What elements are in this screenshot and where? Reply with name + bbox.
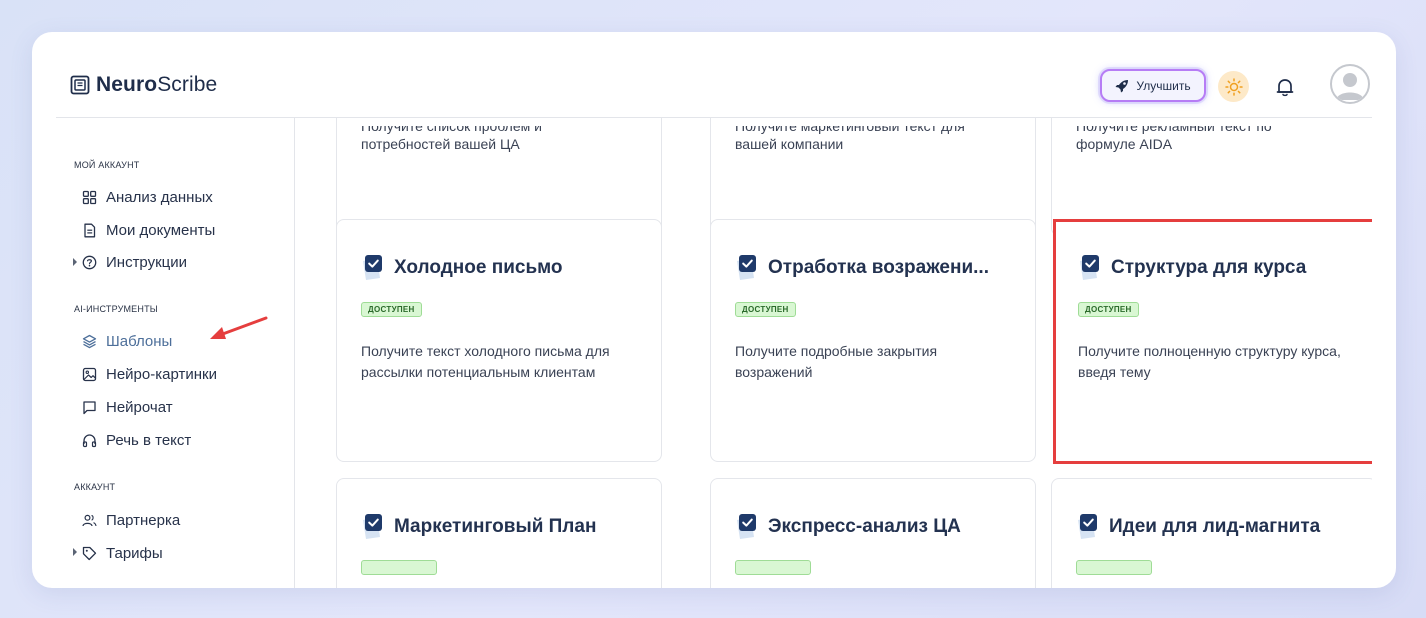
status-badge [361,560,437,575]
chat-icon [83,400,96,414]
image-icon [82,367,97,381]
card-title-row: Экспресс-анализ ЦА [735,513,961,540]
status-badge: ДОСТУПЕН [1078,302,1139,317]
card-title-row: Холодное письмо [361,254,563,281]
template-card-lead-magnet-ideas[interactable]: Идеи для лид-магнита [1051,478,1372,588]
sidebar-item-label: Тарифы [106,544,163,562]
sidebar-item-my-documents[interactable]: Мои документы [82,219,215,241]
sidebar-item-label: Мои документы [106,221,216,239]
card-description: Получите рекламный текст по формуле AIDA [1076,126,1356,155]
theme-toggle-button[interactable] [1218,71,1249,102]
rocket-icon [1115,79,1129,92]
sidebar-item-neurochat[interactable]: Нейрочат [82,396,173,418]
section-title-ai-tools: AI-ИНСТРУМЕНТЫ [74,304,158,314]
logo-text: NeuroScribe [96,73,218,96]
upgrade-label: Улучшить [1136,78,1191,93]
sun-icon [1224,77,1243,96]
card-description: Получите текст холодного письма для расс… [361,343,610,380]
card-title: Холодное письмо [394,256,563,278]
avatar[interactable] [1330,64,1370,104]
document-icon [84,223,96,237]
sidebar-item-label: Нейрочат [106,398,173,416]
tag-icon [82,546,97,560]
card-title: Идеи для лид-магнита [1109,515,1321,537]
card-description: Получите полноценную структуру курса, вв… [1078,343,1341,380]
template-card-objection-handling[interactable]: Отработка возражени... ДОСТУПЕН Получите… [710,219,1036,462]
checkbox-doc-icon [737,255,756,280]
sidebar-item-speech-to-text[interactable]: Речь в текст [82,429,191,451]
sidebar-item-label: Партнерка [106,511,181,529]
sidebar-item-data-analysis[interactable]: Анализ данных [82,186,213,208]
checkbox-doc-icon [1080,255,1099,280]
template-card-express-analysis[interactable]: Экспресс-анализ ЦА [710,478,1036,588]
headphones-icon [82,433,97,447]
card-title-row: Идеи для лид-магнита [1076,513,1320,540]
card-description-line: потребностей вашей ЦА [361,136,520,152]
templates-grid: Получите список проблем и потребностей в… [296,118,1372,588]
user-avatar-icon [1336,73,1364,100]
card-description-line-cut: Получите рекламный текст по [1076,126,1272,134]
card-description: Получите список проблем и потребностей в… [361,126,641,155]
card-description: Получите маркетинговый текст для вашей к… [735,126,1015,155]
template-card-cold-email[interactable]: Холодное письмо ДОСТУПЕН Получите текст … [336,219,662,462]
caret-right-icon[interactable] [72,258,78,266]
top-header: NeuroScribe Улучшить [56,32,1372,118]
template-card-course-structure[interactable]: Структура для курса ДОСТУПЕН Получите по… [1053,219,1372,464]
logo-icon [70,75,90,95]
card-title: Экспресс-анализ ЦА [768,515,961,537]
logo[interactable]: NeuroScribe [70,73,217,97]
card-title: Структура для курса [1111,256,1307,278]
card-title: Отработка возражени... [768,256,989,278]
section-title-account: АККАУНТ [74,482,116,492]
card-title-row: Структура для курса [1078,254,1306,281]
sidebar-item-label: Речь в текст [106,431,192,449]
layers-icon [82,334,97,348]
checkbox-doc-icon [1078,514,1097,539]
card-description: Получите подробные закрытия возражений [735,343,938,380]
users-icon [82,514,97,526]
card-description-line-cut: Получите список проблем и [361,126,542,134]
sidebar-item-neuro-images[interactable]: Нейро-картинки [82,363,217,385]
sidebar-item-templates[interactable]: Шаблоны [82,330,172,352]
card-description-line: вашей компании [735,136,844,152]
status-badge [735,560,811,575]
status-badge: ДОСТУПЕН [735,302,796,317]
caret-right-icon[interactable] [72,548,78,556]
sidebar-item-label: Шаблоны [106,332,173,350]
app-window: NeuroScribe Улучшить МОЙ АККАУНТ Анализ … [32,32,1396,588]
sidebar-item-label: Инструкции [106,253,188,271]
sidebar-item-partner[interactable]: Партнерка [82,509,180,531]
checkbox-doc-icon [363,514,382,539]
grid-icon [82,190,97,204]
sidebar-item-instructions[interactable]: Инструкции [82,251,187,273]
sidebar: МОЙ АККАУНТ Анализ данных Мои документы [56,118,295,588]
status-badge [1076,560,1152,575]
card-description-line-cut: Получите маркетинговый текст для [735,126,965,134]
card-description-line: формуле AIDA [1076,136,1173,152]
sidebar-item-label: Нейро-картинки [106,365,217,383]
annotation-arrow-icon [210,316,268,339]
sidebar-item-tariffs[interactable]: Тарифы [82,542,163,564]
card-title-row: Маркетинговый План [361,513,596,540]
card-title-row: Отработка возражени... [735,254,989,281]
template-card-marketing-plan[interactable]: Маркетинговый План [336,478,662,588]
checkbox-doc-icon [737,514,756,539]
sidebar-item-label: Анализ данных [106,188,213,206]
checkbox-doc-icon [363,255,382,280]
section-title-my-account: МОЙ АККАУНТ [74,160,140,170]
bell-icon[interactable] [1274,76,1296,98]
upgrade-button[interactable]: Улучшить [1100,69,1206,102]
status-badge: ДОСТУПЕН [361,302,422,317]
card-title: Маркетинговый План [394,515,597,537]
question-icon [82,255,97,269]
